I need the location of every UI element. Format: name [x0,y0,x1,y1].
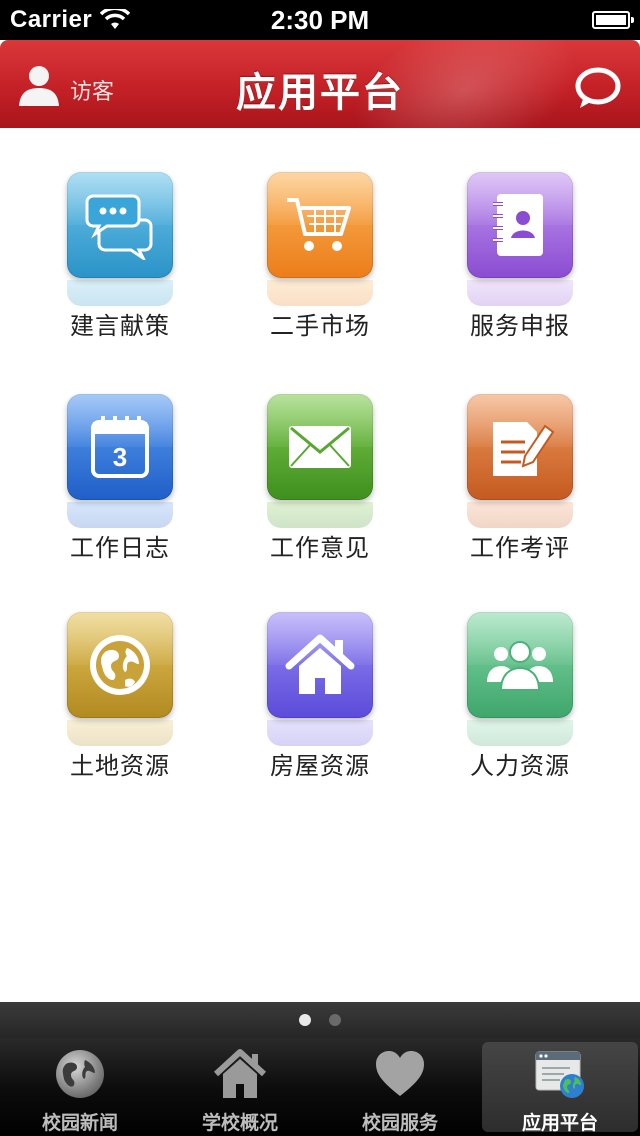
app-grid: 建言献策 二手市场 服务申报 3 工作日志 工作意见 工作考评 土地资源 房屋资… [0,128,640,998]
app-suggestions[interactable]: 建言献策 [40,172,200,341]
app-label: 房屋资源 [270,752,370,780]
envelope-icon [267,394,373,500]
app-label: 人力资源 [470,752,570,780]
app-second-hand-market[interactable]: 二手市场 [240,172,400,341]
tab-label: 应用平台 [521,1112,598,1134]
app-label: 服务申报 [470,312,570,340]
app-work-opinion[interactable]: 工作意见 [240,394,400,563]
app-label: 工作考评 [470,534,570,562]
header-bar: 访客 应用平台 [0,40,640,128]
chat-bubbles-icon [67,172,173,278]
tab-label: 校园新闻 [41,1112,118,1134]
page-indicator[interactable] [0,1002,640,1038]
status-time: 2:30 PM [270,5,370,35]
house-icon [213,1049,267,1098]
app-housing-resources[interactable]: 房屋资源 [240,612,400,781]
tab-label: 校园服务 [361,1112,438,1134]
app-label: 工作意见 [270,534,370,562]
heart-icon [376,1051,424,1096]
calendar-day-label: 3 [113,442,127,472]
page-title: 应用平台 [236,70,404,116]
tab-app-platform[interactable]: 应用平台 [482,1042,638,1134]
app-service-report[interactable]: 服务申报 [440,172,600,341]
app-label: 二手市场 [270,312,370,340]
tab-campus-services[interactable]: 校园服务 [320,1038,480,1136]
house-icon [267,612,373,718]
globe-icon [56,1050,104,1098]
app-work-log[interactable]: 3 工作日志 [40,394,200,563]
battery-icon [592,11,634,29]
page-dot-1[interactable] [299,1014,311,1026]
people-icon [467,612,573,718]
document-edit-icon [467,394,573,500]
app-window-icon [535,1051,584,1098]
tab-campus-news[interactable]: 校园新闻 [0,1038,160,1136]
status-bar: Carrier 2:30 PM [0,0,640,40]
app-land-resources[interactable]: 土地资源 [40,612,200,781]
chat-bubble-icon[interactable] [574,66,622,110]
app-label: 土地资源 [70,752,170,780]
address-book-icon [467,172,573,278]
page-dot-2[interactable] [329,1014,341,1026]
shopping-cart-icon [267,172,373,278]
calendar-icon: 3 [67,394,173,500]
tab-label: 学校概况 [201,1112,278,1134]
globe-icon [67,612,173,718]
app-label: 工作日志 [70,534,170,562]
app-label: 建言献策 [70,312,170,340]
app-work-evaluation[interactable]: 工作考评 [440,394,600,563]
tab-school-overview[interactable]: 学校概况 [160,1038,320,1136]
app-human-resources[interactable]: 人力资源 [440,612,600,781]
tab-bar: 校园新闻 学校概况 校园服务 应用平台 [0,1038,640,1136]
